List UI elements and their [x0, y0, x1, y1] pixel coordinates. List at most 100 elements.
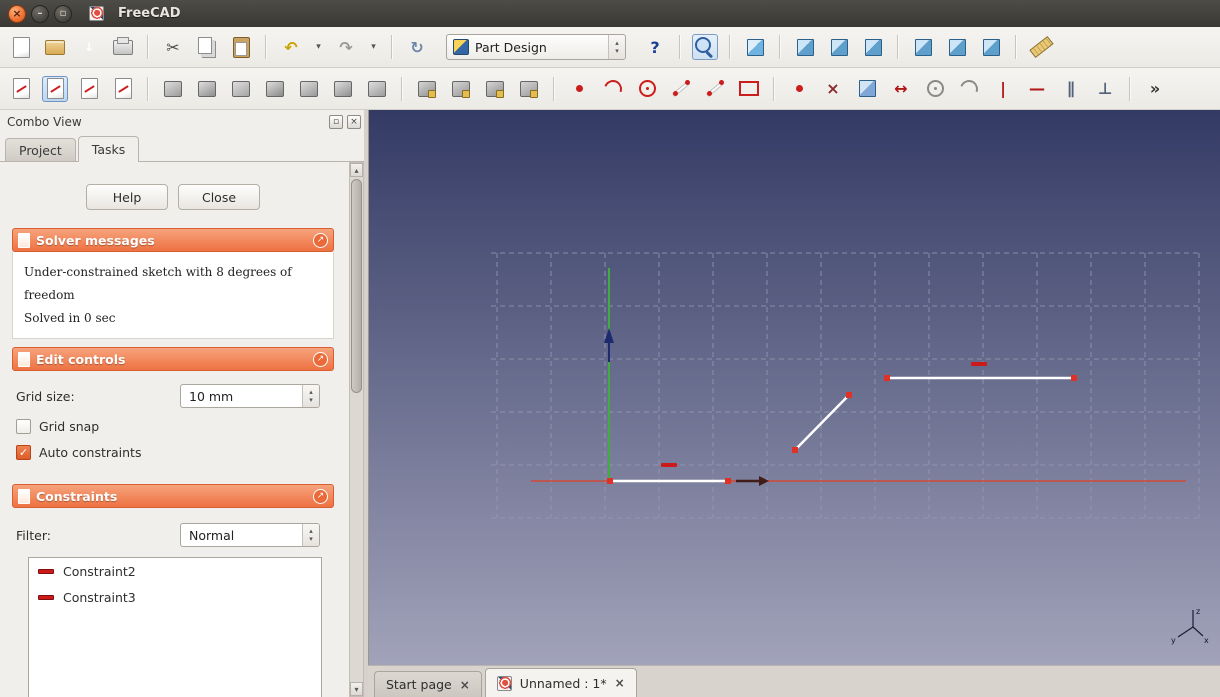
- close-tab-icon[interactable]: ×: [460, 679, 470, 691]
- tab-start-page[interactable]: Start page ×: [374, 671, 482, 697]
- auto-constraints-checkbox[interactable]: ✓: [16, 445, 31, 460]
- sketcher-polyline-icon[interactable]: [702, 76, 728, 102]
- sketcher-arc-icon[interactable]: [600, 76, 626, 102]
- open-document-icon[interactable]: [42, 34, 68, 60]
- constraint-parallel-icon[interactable]: ∥: [1058, 76, 1084, 102]
- draft-icon[interactable]: [364, 76, 390, 102]
- sketcher-line-icon[interactable]: [668, 76, 694, 102]
- constraint-point-on-object-icon[interactable]: [922, 76, 948, 102]
- grid-size-spin-buttons[interactable]: ▴ ▾: [302, 385, 319, 407]
- groove-icon[interactable]: [262, 76, 288, 102]
- toolbar-overflow-icon[interactable]: »: [1142, 76, 1168, 102]
- window-close-button[interactable]: ×: [8, 5, 26, 23]
- close-panel-button[interactable]: ×: [347, 115, 361, 129]
- axonometric-view-icon[interactable]: [742, 34, 768, 60]
- scroll-up-icon[interactable]: ▴: [350, 163, 363, 177]
- tab-unnamed-document[interactable]: Unnamed : 1* ×: [485, 668, 637, 697]
- fit-all-icon[interactable]: [692, 34, 718, 60]
- list-item[interactable]: Constraint3: [29, 584, 321, 610]
- window-maximize-button[interactable]: ▫: [54, 5, 72, 23]
- horizontal-constraint-icon: [38, 595, 54, 600]
- spin-up-icon[interactable]: ▴: [309, 388, 313, 396]
- fillet-icon[interactable]: [296, 76, 322, 102]
- copy-icon[interactable]: [194, 34, 220, 60]
- scroll-down-icon[interactable]: ▾: [350, 682, 363, 696]
- multi-transform-icon[interactable]: [516, 76, 542, 102]
- constraint-coincident-icon[interactable]: [786, 76, 812, 102]
- refresh-icon[interactable]: ↻: [404, 34, 430, 60]
- whats-this-icon[interactable]: ?: [642, 34, 668, 60]
- undo-icon[interactable]: ↶: [278, 34, 304, 60]
- rear-view-icon[interactable]: [910, 34, 936, 60]
- constraint-horizontal-icon[interactable]: —: [1024, 76, 1050, 102]
- close-task-button[interactable]: Close: [178, 184, 260, 210]
- mirrored-icon[interactable]: [414, 76, 440, 102]
- left-view-icon[interactable]: [978, 34, 1004, 60]
- help-button[interactable]: Help: [86, 184, 168, 210]
- constraint-vertical-icon[interactable]: |: [990, 76, 1016, 102]
- dropdown-arrows[interactable]: ▴ ▾: [302, 524, 319, 546]
- constraint-perpendicular-icon[interactable]: ⊥: [1092, 76, 1118, 102]
- pad-icon[interactable]: [160, 76, 186, 102]
- edit-sketch-icon[interactable]: [42, 76, 68, 102]
- bottom-view-icon[interactable]: [944, 34, 970, 60]
- polar-pattern-icon[interactable]: [482, 76, 508, 102]
- linear-pattern-icon[interactable]: [448, 76, 474, 102]
- scrollbar-thumb[interactable]: [351, 179, 362, 393]
- paste-icon[interactable]: [228, 34, 254, 60]
- external-geometry-icon[interactable]: [854, 76, 880, 102]
- new-document-icon[interactable]: [8, 34, 34, 60]
- top-view-icon[interactable]: [826, 34, 852, 60]
- print-icon[interactable]: [110, 34, 136, 60]
- collapse-section-icon[interactable]: ↗: [313, 233, 328, 248]
- spin-down-icon[interactable]: ▾: [309, 535, 313, 543]
- save-document-icon[interactable]: ↓: [76, 34, 102, 60]
- grid-size-spinner[interactable]: 10 mm ▴ ▾: [180, 384, 320, 408]
- grid-snap-label: Grid snap: [39, 419, 99, 434]
- task-page-icon: [18, 233, 30, 248]
- collapse-section-icon[interactable]: ↗: [313, 352, 328, 367]
- undock-panel-button[interactable]: ▫: [329, 115, 343, 129]
- close-tab-icon[interactable]: ×: [615, 677, 625, 689]
- front-view-icon[interactable]: [792, 34, 818, 60]
- spin-up-icon[interactable]: ▴: [309, 527, 313, 535]
- cut-icon[interactable]: ✂: [160, 34, 186, 60]
- measure-distance-icon[interactable]: [1028, 34, 1054, 60]
- new-sketch-icon[interactable]: [8, 76, 34, 102]
- tab-tasks[interactable]: Tasks: [78, 136, 140, 162]
- right-view-icon[interactable]: [860, 34, 886, 60]
- panel-scrollbar[interactable]: ▴ ▾: [349, 162, 364, 697]
- pocket-icon[interactable]: [194, 76, 220, 102]
- toolbar-separator: [401, 77, 403, 101]
- 3d-viewport[interactable]: z y x: [369, 110, 1220, 665]
- sketcher-rectangle-icon[interactable]: [736, 76, 762, 102]
- map-sketch-icon[interactable]: [76, 76, 102, 102]
- redo-dropdown-icon[interactable]: ▾: [367, 34, 380, 60]
- sketcher-point-icon[interactable]: [566, 76, 592, 102]
- tab-project[interactable]: Project: [5, 138, 76, 161]
- spin-down-icon[interactable]: ▾: [309, 396, 313, 404]
- trim-edge-icon[interactable]: ×: [820, 76, 846, 102]
- chamfer-icon[interactable]: [330, 76, 356, 102]
- solver-messages-header[interactable]: Solver messages ↗: [12, 228, 334, 252]
- constraints-filter-dropdown[interactable]: Normal ▴ ▾: [180, 523, 320, 547]
- spin-up-icon[interactable]: ▴: [615, 39, 619, 47]
- constraints-header[interactable]: Constraints ↗: [12, 484, 334, 508]
- collapse-section-icon[interactable]: ↗: [313, 489, 328, 504]
- workbench-selector[interactable]: Part Design ▴ ▾: [446, 34, 626, 60]
- leave-sketch-icon[interactable]: [110, 76, 136, 102]
- standard-toolbar: ↓ ✂ ↶ ▾ ↷ ▾ ↻ Part Design ▴ ▾ ?: [0, 27, 1220, 68]
- revolution-icon[interactable]: [228, 76, 254, 102]
- redo-icon[interactable]: ↷: [333, 34, 359, 60]
- edit-controls-header[interactable]: Edit controls ↗: [12, 347, 334, 371]
- solver-message-dof[interactable]: Under-constrained sketch with 8 degrees …: [24, 261, 322, 307]
- grid-snap-checkbox[interactable]: [16, 419, 31, 434]
- constraint-tangent-icon[interactable]: [956, 76, 982, 102]
- constraint-distance-icon[interactable]: ↔: [888, 76, 914, 102]
- workbench-spin-buttons[interactable]: ▴ ▾: [608, 35, 625, 59]
- undo-dropdown-icon[interactable]: ▾: [312, 34, 325, 60]
- list-item[interactable]: Constraint2: [29, 558, 321, 584]
- sketcher-circle-icon[interactable]: [634, 76, 660, 102]
- window-minimize-button[interactable]: –: [31, 5, 49, 23]
- spin-down-icon[interactable]: ▾: [615, 47, 619, 55]
